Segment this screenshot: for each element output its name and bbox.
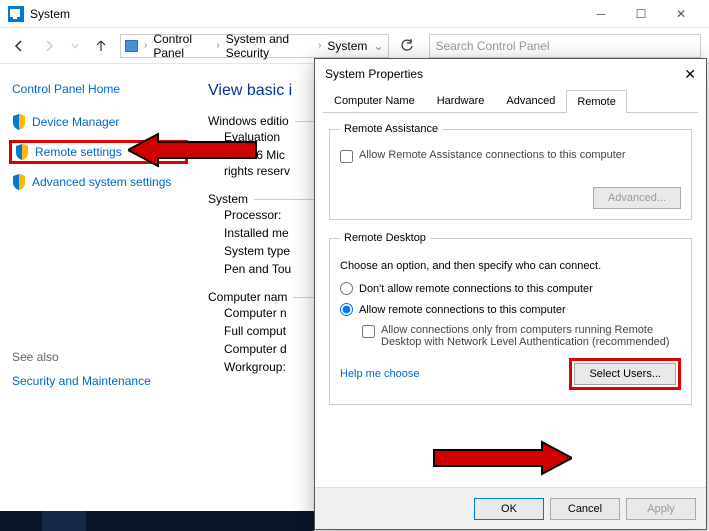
apply-button[interactable]: Apply bbox=[626, 498, 696, 520]
recent-dropdown[interactable] bbox=[68, 35, 82, 57]
select-users-button[interactable]: Select Users... bbox=[574, 363, 676, 385]
see-also-header: See also bbox=[12, 350, 188, 364]
dialog-close-button[interactable]: ✕ bbox=[684, 66, 696, 83]
cancel-button[interactable]: Cancel bbox=[550, 498, 620, 520]
taskbar-segment bbox=[42, 511, 86, 531]
radio-label: Allow remote connections to this compute… bbox=[359, 304, 566, 316]
dialog-tabs: Computer Name Hardware Advanced Remote bbox=[323, 89, 698, 113]
checkbox-label: Allow Remote Assistance connections to t… bbox=[359, 149, 626, 161]
radio-label: Don't allow remote connections to this c… bbox=[359, 283, 593, 295]
group-label: System bbox=[208, 192, 254, 206]
ok-button[interactable]: OK bbox=[474, 498, 544, 520]
sidebar-item-label: Device Manager bbox=[32, 115, 119, 129]
chevron-right-icon: › bbox=[216, 40, 219, 51]
up-button[interactable] bbox=[90, 35, 112, 57]
tab-remote[interactable]: Remote bbox=[566, 90, 627, 113]
chevron-right-icon: › bbox=[318, 40, 321, 51]
sidebar-item-label: Remote settings bbox=[35, 145, 122, 159]
search-input[interactable]: Search Control Panel bbox=[429, 34, 702, 58]
annotation-arrow-left bbox=[128, 132, 258, 168]
system-icon bbox=[8, 6, 24, 22]
forward-button[interactable] bbox=[38, 35, 60, 57]
sidebar-item-label: Advanced system settings bbox=[32, 175, 171, 189]
refresh-button[interactable] bbox=[397, 36, 417, 56]
group-label: Computer nam bbox=[208, 290, 293, 304]
allow-remote-assistance-checkbox[interactable] bbox=[340, 150, 353, 163]
allow-remote-radio[interactable] bbox=[340, 303, 353, 316]
dialog-title: System Properties bbox=[325, 67, 423, 81]
maximize-button[interactable]: ☐ bbox=[621, 2, 661, 26]
help-me-choose-link[interactable]: Help me choose bbox=[340, 368, 420, 380]
breadcrumb-item[interactable]: System bbox=[327, 39, 367, 53]
disallow-remote-radio[interactable] bbox=[340, 282, 353, 295]
minimize-button[interactable]: ─ bbox=[581, 2, 621, 26]
search-placeholder: Search Control Panel bbox=[436, 39, 550, 53]
sidebar-item-device-manager[interactable]: Device Manager bbox=[12, 114, 188, 130]
window-titlebar: System ─ ☐ ✕ bbox=[0, 0, 709, 28]
breadcrumb-item[interactable]: System and Security bbox=[226, 32, 312, 60]
tab-advanced[interactable]: Advanced bbox=[495, 89, 566, 112]
breadcrumb-item[interactable]: Control Panel bbox=[153, 32, 210, 60]
taskbar-strip bbox=[0, 511, 314, 531]
group-legend: Remote Assistance bbox=[340, 123, 442, 135]
annotation-arrow-right bbox=[432, 440, 572, 476]
address-bar[interactable]: › Control Panel › System and Security › … bbox=[120, 34, 389, 58]
remote-desktop-group: Remote Desktop Choose an option, and the… bbox=[329, 232, 692, 405]
tab-computer-name[interactable]: Computer Name bbox=[323, 89, 426, 112]
chevron-right-icon: › bbox=[144, 40, 147, 51]
dialog-titlebar: System Properties ✕ bbox=[315, 59, 706, 89]
tab-hardware[interactable]: Hardware bbox=[426, 89, 496, 112]
computer-icon bbox=[125, 40, 138, 52]
back-button[interactable] bbox=[8, 35, 30, 57]
sidebar-item-advanced-settings[interactable]: Advanced system settings bbox=[12, 174, 188, 190]
close-window-button[interactable]: ✕ bbox=[661, 2, 701, 26]
nla-checkbox[interactable] bbox=[362, 325, 375, 338]
control-panel-home-link[interactable]: Control Panel Home bbox=[12, 82, 188, 96]
shield-icon bbox=[12, 114, 26, 130]
advanced-button[interactable]: Advanced... bbox=[593, 187, 681, 209]
remote-assistance-group: Remote Assistance Allow Remote Assistanc… bbox=[329, 123, 692, 220]
security-maintenance-link[interactable]: Security and Maintenance bbox=[12, 374, 188, 388]
prompt-text: Choose an option, and then specify who c… bbox=[340, 260, 681, 272]
shield-icon bbox=[15, 144, 29, 160]
dialog-button-row: OK Cancel Apply bbox=[315, 487, 706, 529]
checkbox-label: Allow connections only from computers ru… bbox=[381, 324, 681, 348]
address-dropdown[interactable]: ⌄ bbox=[373, 39, 383, 53]
group-label: Windows editio bbox=[208, 114, 295, 128]
group-legend: Remote Desktop bbox=[340, 232, 430, 244]
shield-icon bbox=[12, 174, 26, 190]
window-title: System bbox=[30, 7, 70, 21]
